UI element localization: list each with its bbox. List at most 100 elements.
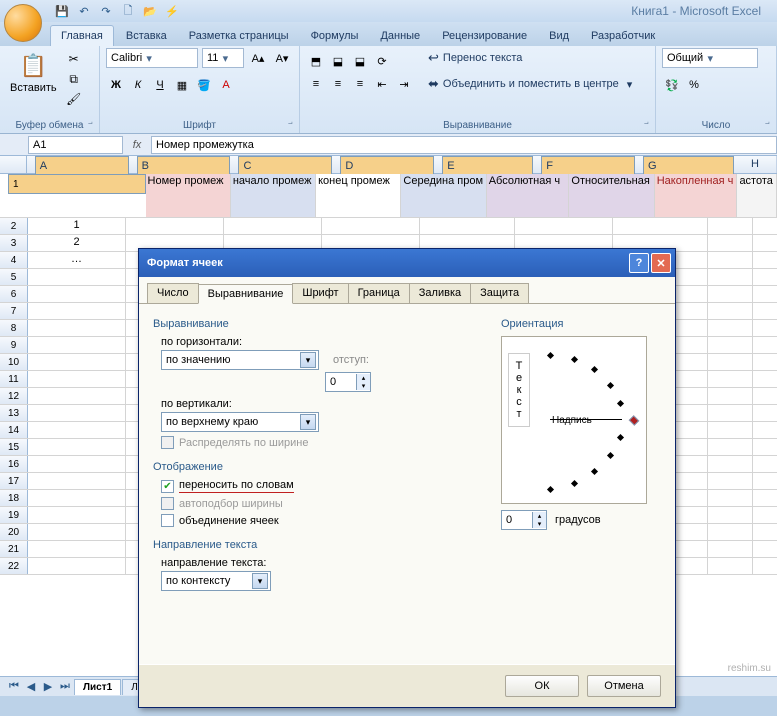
cell[interactable] xyxy=(28,388,126,404)
cell[interactable] xyxy=(28,337,126,353)
cell[interactable] xyxy=(322,218,420,234)
cell[interactable] xyxy=(708,269,753,285)
fx-icon[interactable]: fx xyxy=(127,139,147,151)
close-button[interactable]: ✕ xyxy=(651,253,671,273)
cancel-button[interactable]: Отмена xyxy=(587,675,661,697)
new-icon[interactable]: 🗋 xyxy=(120,3,136,19)
row-header[interactable]: 15 xyxy=(0,439,28,455)
orientation-control[interactable]: Текст Надпись xyxy=(501,336,647,504)
cell[interactable] xyxy=(28,558,126,574)
paste-button[interactable]: 📋 Вставить xyxy=(6,48,61,96)
cell[interactable] xyxy=(28,371,126,387)
shrink-font-icon[interactable]: A▾ xyxy=(272,48,292,68)
cell[interactable]: Номер промеж xyxy=(146,174,231,217)
cell[interactable] xyxy=(708,524,753,540)
row-header[interactable]: 14 xyxy=(0,422,28,438)
formula-input[interactable]: Номер промежутка xyxy=(151,136,777,154)
align-top-icon[interactable]: ⬒ xyxy=(306,51,326,71)
row-header[interactable]: 17 xyxy=(0,473,28,489)
col-header[interactable]: D xyxy=(340,156,434,176)
col-header[interactable]: F xyxy=(541,156,635,176)
row-header[interactable]: 7 xyxy=(0,303,28,319)
direction-select[interactable]: по контексту▾ xyxy=(161,571,271,591)
col-header[interactable]: C xyxy=(238,156,332,176)
cell[interactable]: Абсолютная ч xyxy=(487,174,570,217)
font-name-combo[interactable]: Calibri▾ xyxy=(106,48,198,68)
row-header[interactable]: 3 xyxy=(0,235,28,251)
cell[interactable] xyxy=(708,439,753,455)
row-header[interactable]: 13 xyxy=(0,405,28,421)
tab-review[interactable]: Рецензирование xyxy=(432,26,537,46)
open-icon[interactable]: 📂 xyxy=(142,3,158,19)
col-header[interactable]: G xyxy=(643,156,734,176)
cell[interactable] xyxy=(28,269,126,285)
col-header[interactable]: E xyxy=(442,156,533,176)
cell[interactable]: конец промеж xyxy=(316,174,401,217)
sheet-nav-last[interactable]: ⏭ xyxy=(57,680,73,693)
align-center-icon[interactable]: ≡ xyxy=(328,74,348,94)
cell[interactable] xyxy=(708,371,753,387)
row-header[interactable]: 16 xyxy=(0,456,28,472)
office-button[interactable] xyxy=(4,4,42,42)
cell[interactable] xyxy=(28,456,126,472)
sheet-nav-prev[interactable]: ◀ xyxy=(23,680,39,693)
tab-view[interactable]: Вид xyxy=(539,26,579,46)
cell[interactable] xyxy=(708,286,753,302)
cell[interactable] xyxy=(28,490,126,506)
cell[interactable] xyxy=(708,388,753,404)
cell[interactable]: … xyxy=(28,252,126,268)
row-header[interactable]: 5 xyxy=(0,269,28,285)
orientation-icon[interactable]: ⟳ xyxy=(372,51,392,71)
increase-indent-icon[interactable]: ⇥ xyxy=(394,74,414,94)
tab-formulas[interactable]: Формулы xyxy=(301,26,369,46)
merge-cells-checkbox[interactable]: объединение ячеек xyxy=(161,514,501,527)
cell[interactable] xyxy=(224,218,322,234)
row-header[interactable]: 10 xyxy=(0,354,28,370)
row-header[interactable]: 21 xyxy=(0,541,28,557)
degrees-spinner[interactable]: 0▴▾ xyxy=(501,510,547,530)
cell[interactable] xyxy=(28,286,126,302)
row-header[interactable]: 11 xyxy=(0,371,28,387)
wrap-text-checkbox[interactable]: ✔переносить по словам xyxy=(161,479,501,493)
row-header[interactable]: 8 xyxy=(0,320,28,336)
vertical-text-button[interactable]: Текст xyxy=(508,353,530,427)
align-right-icon[interactable]: ≡ xyxy=(350,74,370,94)
dtab-font[interactable]: Шрифт xyxy=(292,283,348,303)
cell[interactable] xyxy=(708,456,753,472)
cell[interactable] xyxy=(708,490,753,506)
cell[interactable] xyxy=(515,218,613,234)
horizontal-select[interactable]: по значению▾ xyxy=(161,350,319,370)
format-painter-icon[interactable]: 🖌 xyxy=(65,90,83,108)
bold-button[interactable]: Ж xyxy=(106,75,126,95)
merge-center-button[interactable]: ⬌Объединить и поместить в центре▾ xyxy=(428,74,632,94)
select-all-corner[interactable] xyxy=(0,156,27,173)
ok-button[interactable]: ОК xyxy=(505,675,579,697)
cell[interactable] xyxy=(708,422,753,438)
cell[interactable] xyxy=(28,320,126,336)
tab-developer[interactable]: Разработчик xyxy=(581,26,665,46)
cell[interactable] xyxy=(613,218,708,234)
cell[interactable] xyxy=(28,524,126,540)
cell[interactable] xyxy=(708,354,753,370)
indent-spinner[interactable]: 0▴▾ xyxy=(325,372,371,392)
row-header[interactable]: 20 xyxy=(0,524,28,540)
tab-data[interactable]: Данные xyxy=(370,26,430,46)
row-header[interactable]: 4 xyxy=(0,252,28,268)
font-color-icon[interactable]: A xyxy=(216,75,236,95)
row-header[interactable]: 18 xyxy=(0,490,28,506)
sheet-nav-next[interactable]: ▶ xyxy=(40,680,56,693)
cell[interactable] xyxy=(708,558,753,574)
cell[interactable] xyxy=(708,337,753,353)
name-box[interactable]: A1 xyxy=(28,136,123,154)
grow-font-icon[interactable]: A▴ xyxy=(248,48,268,68)
percent-icon[interactable]: % xyxy=(684,75,704,95)
wrap-text-button[interactable]: ↩Перенос текста xyxy=(428,48,632,68)
cell[interactable]: 2 xyxy=(28,235,126,251)
dtab-border[interactable]: Граница xyxy=(348,283,410,303)
cell[interactable] xyxy=(126,218,224,234)
row-header[interactable]: 6 xyxy=(0,286,28,302)
undo-icon[interactable]: ↶ xyxy=(76,3,92,19)
decrease-indent-icon[interactable]: ⇤ xyxy=(372,74,392,94)
dtab-protection[interactable]: Защита xyxy=(470,283,529,303)
quickprint-icon[interactable]: ⚡ xyxy=(164,3,180,19)
